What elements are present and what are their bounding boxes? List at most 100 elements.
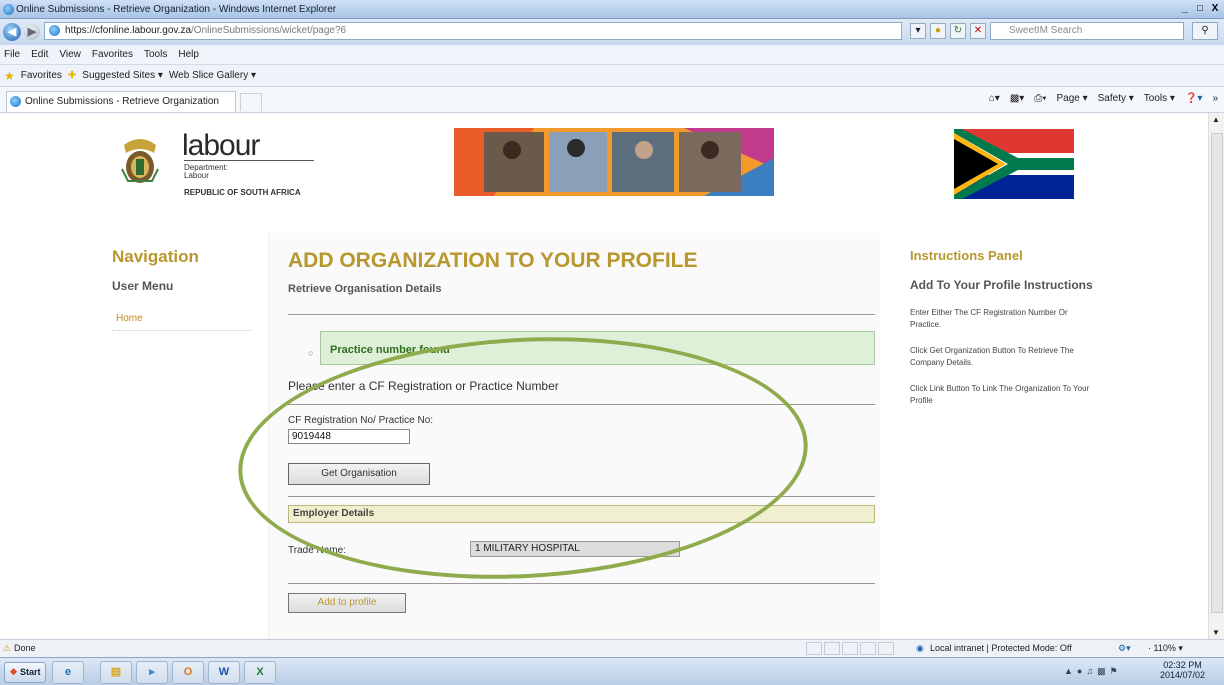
nav-home-link[interactable]: Home [116,313,143,324]
add-to-profile-button[interactable]: Add to profile [288,593,406,613]
menu-bar: File Edit View Favorites Tools Help [0,45,1224,65]
page-title: ADD ORGANIZATION TO YOUR PROFILE [288,249,698,272]
divider [288,496,875,497]
page-menu[interactable]: Page ▾ [1056,93,1087,104]
favorites-star-icon[interactable]: ★ [4,69,15,83]
minimize-button[interactable]: _ [1178,2,1192,16]
logo-dept-line-2: Labour [184,171,209,180]
scroll-down-arrow-icon[interactable]: ▼ [1212,628,1220,637]
cf-registration-label: CF Registration No/ Practice No: [288,415,434,426]
windows-logo-icon: ❖ [9,667,18,677]
status-text: Done [14,643,36,653]
menu-favorites[interactable]: Favorites [92,49,133,60]
taskbar-media-icon[interactable]: ▸ [136,661,168,684]
taskbar-clock[interactable]: 02:32 PM 2014/07/02 [1160,660,1205,680]
instructions-subheading: Add To Your Profile Instructions [910,278,1093,292]
employer-details-header: Employer Details [288,505,875,523]
search-button[interactable]: ⚲ [1192,22,1218,40]
browser-tab[interactable]: Online Submissions - Retrieve Organizati… [6,91,236,112]
logo-department: Department: Labour [184,164,228,180]
web-slice-gallery-link[interactable]: Web Slice Gallery ▾ [169,70,256,81]
maximize-button[interactable]: □ [1193,2,1207,16]
favorites-button[interactable]: Favorites [21,70,62,81]
logo-divider [184,160,314,161]
system-tray-icons[interactable]: ▲●♫▩⚑ [1064,666,1122,677]
status-cells [806,642,894,655]
ie-icon [3,4,14,15]
tools-menu[interactable]: Tools ▾ [1144,93,1175,104]
get-organisation-button[interactable]: Get Organisation [288,463,430,485]
refresh-icon[interactable]: ↻ [950,23,966,39]
window-title: Online Submissions - Retrieve Organizati… [16,3,337,15]
suggested-sites-link[interactable]: Suggested Sites ▾ [82,70,163,81]
bullet-icon: ○ [308,348,314,358]
windows-taskbar: ❖ Start e ▤ ▸ O W X ▲●♫▩⚑ 02:32 PM 2014/… [0,657,1224,685]
taskbar-explorer-icon[interactable]: ▤ [100,661,132,684]
taskbar-outlook-icon[interactable]: O [172,661,204,684]
address-bar[interactable]: https://cfonline.labour.gov.za/OnlineSub… [44,22,902,40]
add-favorite-icon[interactable]: ✚ [68,70,76,81]
page-subtitle: Retrieve Organisation Details [288,283,442,295]
instruction-item: Click Link Button To Link The Organizati… [910,384,1090,405]
taskbar-excel-icon[interactable]: X [244,661,276,684]
logo-wordmark: labour [182,129,260,162]
back-button[interactable]: ◀ [3,23,21,41]
divider [288,314,875,315]
user-menu-heading: User Menu [112,279,174,293]
menu-tools[interactable]: Tools [144,49,167,60]
help-icon[interactable]: ❓▾ [1185,93,1202,104]
address-row: ◀ ▶ https://cfonline.labour.gov.za/Onlin… [0,19,1224,45]
dropdown-arrow-icon[interactable]: ▾ [910,23,926,39]
more-commands[interactable]: » [1212,93,1218,104]
zoom-level[interactable]: · 110% ▾ [1148,640,1183,657]
clock-date: 2014/07/02 [1160,670,1206,680]
home-icon[interactable]: ⌂▾ [989,93,1000,104]
cf-registration-input[interactable] [288,429,410,444]
divider [288,404,875,405]
menu-edit[interactable]: Edit [31,49,48,60]
page-viewport: labour Department: Labour REPUBLIC OF SO… [0,113,1208,639]
menu-view[interactable]: View [59,49,81,60]
window-title-bar: Online Submissions - Retrieve Organizati… [0,0,1224,19]
registration-prompt: Please enter a CF Registration or Practi… [288,379,559,393]
page-icon [49,25,60,36]
start-label: Start [20,667,41,677]
scroll-up-arrow-icon[interactable]: ▲ [1212,115,1220,124]
menu-help[interactable]: Help [178,49,199,60]
feeds-icon[interactable]: ▩▾ [1010,93,1024,104]
security-zone[interactable]: Local intranet | Protected Mode: Off [930,640,1072,657]
clock-time: 02:32 PM [1163,660,1202,670]
nav-divider [112,330,252,331]
lock-icon[interactable]: ● [930,23,946,39]
globe-icon: ◉ [916,643,924,653]
instruction-item: Click Get Organization Button To Retriev… [910,346,1074,367]
stop-icon[interactable]: ✕ [970,23,986,39]
forward-button[interactable]: ▶ [24,24,40,40]
instruction-item: Enter Either The CF Registration Number … [910,308,1068,329]
url-host: https://cfonline.labour.gov.za [65,25,192,36]
new-tab-button[interactable] [240,93,262,111]
safety-menu[interactable]: Safety ▾ [1098,93,1134,104]
tab-ie-icon [10,96,21,107]
divider [288,583,875,584]
coat-of-arms-logo [121,139,159,183]
print-icon[interactable]: ⎙▾ [1034,93,1046,104]
close-button[interactable]: X [1208,2,1222,16]
search-input[interactable]: SweetIM Search [990,22,1184,40]
taskbar-ie-icon[interactable]: e [52,661,84,684]
command-bar: ⌂▾ ▩▾ ⎙▾ Page ▾ Safety ▾ Tools ▾ ❓▾ » [989,93,1218,104]
scrollbar-thumb[interactable] [1211,133,1223,613]
navigation-heading: Navigation [112,247,199,266]
start-button[interactable]: ❖ Start [4,662,46,683]
vertical-scrollbar[interactable]: ▲ ▼ [1208,113,1224,639]
url-path: /OnlineSubmissions/wicket/page?6 [191,25,347,36]
instructions-panel-heading: Instructions Panel [910,248,1023,263]
favorites-bar: ★ Favorites ✚ Suggested Sites ▾ Web Slic… [0,65,1224,87]
search-icon: ⚲ [1201,25,1209,36]
taskbar-word-icon[interactable]: W [208,661,240,684]
menu-file[interactable]: File [4,49,20,60]
protected-mode-icon[interactable]: ⚙▾ [1118,640,1131,657]
workers-banner-image [454,128,774,196]
trade-name-label: Trade Name: [288,545,346,556]
logo-country: REPUBLIC OF SOUTH AFRICA [184,188,301,197]
